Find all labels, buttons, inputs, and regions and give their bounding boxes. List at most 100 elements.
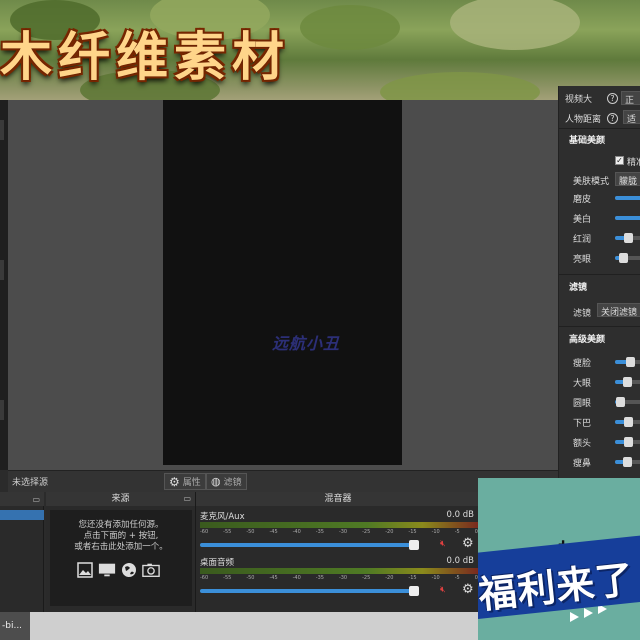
advanced-beauty-item-2-label: 圆眼 <box>573 399 592 409</box>
mixer-channel-name: 麦克风/Aux <box>200 512 245 522</box>
mute-icon[interactable]: 🔇︎ <box>440 584 454 596</box>
dock-float-icon[interactable]: ▭ <box>32 495 40 504</box>
properties-button[interactable]: ⚙ 属性 <box>164 473 206 490</box>
advanced-beauty-item-1-slider[interactable] <box>615 377 640 387</box>
meter-tick-label: -10 <box>431 529 440 535</box>
meter-ticks: -60 -55 -50 -45 -40 -35 -30 -25 -20 -15 -10 -5 0 <box>200 529 478 537</box>
meter-tick-label: -60 <box>200 529 209 535</box>
advanced-beauty-item-2-slider[interactable] <box>615 397 640 407</box>
volume-meter <box>200 568 478 574</box>
dock-float-icon[interactable]: ▭ <box>183 492 191 506</box>
advanced-beauty-item-0-slider-knob[interactable] <box>626 357 635 367</box>
basic-beauty-item-1-slider[interactable] <box>615 216 640 220</box>
meter-tick-label: -55 <box>223 529 232 535</box>
scene-item-selected[interactable] <box>0 510 44 520</box>
beauty-panel: 视频大 ? 正 人物距离 ? 适 基础美颜 ✓ 精准 美肤模式 朦胧 磨皮美白红… <box>558 86 640 486</box>
basic-beauty-item-0-slider[interactable] <box>615 196 640 200</box>
meter-tick-label: -25 <box>362 575 371 581</box>
meter-tick-label: -20 <box>385 529 394 535</box>
advanced-beauty-item-1-label: 大眼 <box>573 379 592 389</box>
advanced-beauty-item-1-slider-knob[interactable] <box>623 377 632 387</box>
gear-icon[interactable]: ⚙ <box>462 537 476 551</box>
basic-beauty-item-3-slider-knob[interactable] <box>619 253 628 263</box>
sources-list[interactable]: 您还没有添加任何源。 点击下面的 + 按钮, 或者右击此处添加一个。 <box>50 510 192 606</box>
advanced-beauty-header: 高级美颜 <box>569 335 606 345</box>
banner-photo: 木纤维素材 <box>0 0 640 100</box>
advanced-beauty-item-4-slider-knob[interactable] <box>624 437 633 447</box>
volume-meter <box>200 522 478 528</box>
meter-ticks: -60 -55 -50 -45 -40 -35 -30 -25 -20 -15 -10 -5 0 <box>200 575 478 583</box>
globe-icon <box>120 562 138 578</box>
no-source-label: 未选择源 <box>12 478 49 488</box>
preview-canvas[interactable] <box>163 100 402 465</box>
advanced-beauty-item-3-slider[interactable] <box>615 417 640 427</box>
basic-beauty-item-1-label: 美白 <box>573 215 592 225</box>
advanced-beauty-item-4-slider[interactable] <box>615 437 640 447</box>
meter-tick-label: -15 <box>408 529 417 535</box>
scenes-dock-header: ▭ <box>0 492 44 506</box>
panel-top-label: 视频大 <box>565 95 593 105</box>
basic-beauty-item-0-label: 磨皮 <box>573 195 592 205</box>
advanced-beauty-item-3-label: 下巴 <box>573 419 592 429</box>
precise-label: 精准 <box>627 158 640 168</box>
distance-label: 人物距离 <box>565 115 602 125</box>
volume-slider[interactable] <box>200 589 413 593</box>
meter-tick-label: -40 <box>292 575 301 581</box>
watermark-text: 远航小丑 <box>272 334 341 353</box>
source-toolbar: 未选择源 ⚙ 属性 ◍ 滤镜 <box>8 470 558 492</box>
meter-tick-label: -45 <box>269 575 278 581</box>
advanced-beauty-item-0-label: 瘦脸 <box>573 359 592 369</box>
sources-dock-header: 来源 ▭ <box>46 492 195 506</box>
advanced-beauty-item-3-slider-knob[interactable] <box>624 417 633 427</box>
advanced-beauty-item-5-slider-knob[interactable] <box>623 457 632 467</box>
meter-tick-label: -5 <box>454 575 460 581</box>
left-dock-edge <box>0 100 8 470</box>
screen: 木纤维素材 远航小丑 视频大 ? 正 人物距离 ? 适 基础美颜 ✓ 精准 美肤… <box>0 0 640 640</box>
taskbar-item[interactable]: -bi... <box>0 612 30 640</box>
advanced-beauty-item-5-slider[interactable] <box>615 457 640 467</box>
mute-icon[interactable]: 🔇︎ <box>440 538 454 550</box>
advanced-beauty-item-2-slider-knob[interactable] <box>616 397 625 407</box>
meter-tick-label: -40 <box>292 529 301 535</box>
volume-slider-knob[interactable] <box>409 540 419 550</box>
basic-beauty-item-2-slider-knob[interactable] <box>624 233 633 243</box>
scenes-dock: ▭ <box>0 492 44 612</box>
meter-tick-label: -55 <box>223 575 232 581</box>
meter-tick-label: -35 <box>315 529 324 535</box>
skin-mode-select[interactable]: 朦胧 <box>615 172 640 186</box>
basic-beauty-item-2-label: 红润 <box>573 235 592 245</box>
help-icon[interactable]: ? <box>607 113 618 124</box>
basic-beauty-header: 基础美颜 <box>569 136 606 146</box>
advanced-beauty-item-0-slider[interactable] <box>615 357 640 367</box>
filters-button[interactable]: ◍ 滤镜 <box>206 473 247 490</box>
skin-mode-label: 美肤模式 <box>573 177 610 187</box>
meter-tick-label: -15 <box>408 575 417 581</box>
basic-beauty-item-3-slider[interactable] <box>615 253 640 263</box>
advanced-beauty-item-5-label: 瘦鼻 <box>573 459 592 469</box>
advanced-beauty-item-4-label: 额头 <box>573 439 592 449</box>
meter-tick-label: -10 <box>431 575 440 581</box>
close-filter-button[interactable]: 关闭滤镜 <box>597 303 640 317</box>
volume-slider[interactable] <box>200 543 413 547</box>
meter-tick-label: -50 <box>246 575 255 581</box>
promo-sticker: ✚ 福利来了 <box>478 478 640 640</box>
meter-tick-label: -50 <box>246 529 255 535</box>
mixer-channel-db: 0.0 dB <box>446 510 474 520</box>
meter-tick-label: -30 <box>338 575 348 581</box>
basic-beauty-item-2-slider[interactable] <box>615 233 640 243</box>
help-icon[interactable]: ? <box>607 93 618 104</box>
meter-tick-label: -25 <box>362 529 371 535</box>
meter-tick-label: -30 <box>338 529 348 535</box>
sources-empty-hint: 您还没有添加任何源。 点击下面的 + 按钮, 或者右击此处添加一个。 <box>74 520 168 552</box>
distance-select[interactable]: 适 <box>623 110 640 124</box>
meter-tick-label: -60 <box>200 575 209 581</box>
meter-tick-label: -35 <box>315 575 324 581</box>
gear-icon: ⚙ <box>169 474 180 489</box>
filter-icon: ◍ <box>211 475 221 488</box>
precise-checkbox[interactable]: ✓ <box>615 156 624 165</box>
top-select[interactable]: 正 <box>621 91 640 105</box>
gear-icon[interactable]: ⚙ <box>462 583 476 597</box>
volume-slider-knob[interactable] <box>409 586 419 596</box>
filter-header: 滤镜 <box>569 283 588 293</box>
audio-mixer: 混音器 麦克风/Aux 0.0 dB -60 -55 -50 -45 -40 -35 -30 -2… <box>196 492 480 612</box>
